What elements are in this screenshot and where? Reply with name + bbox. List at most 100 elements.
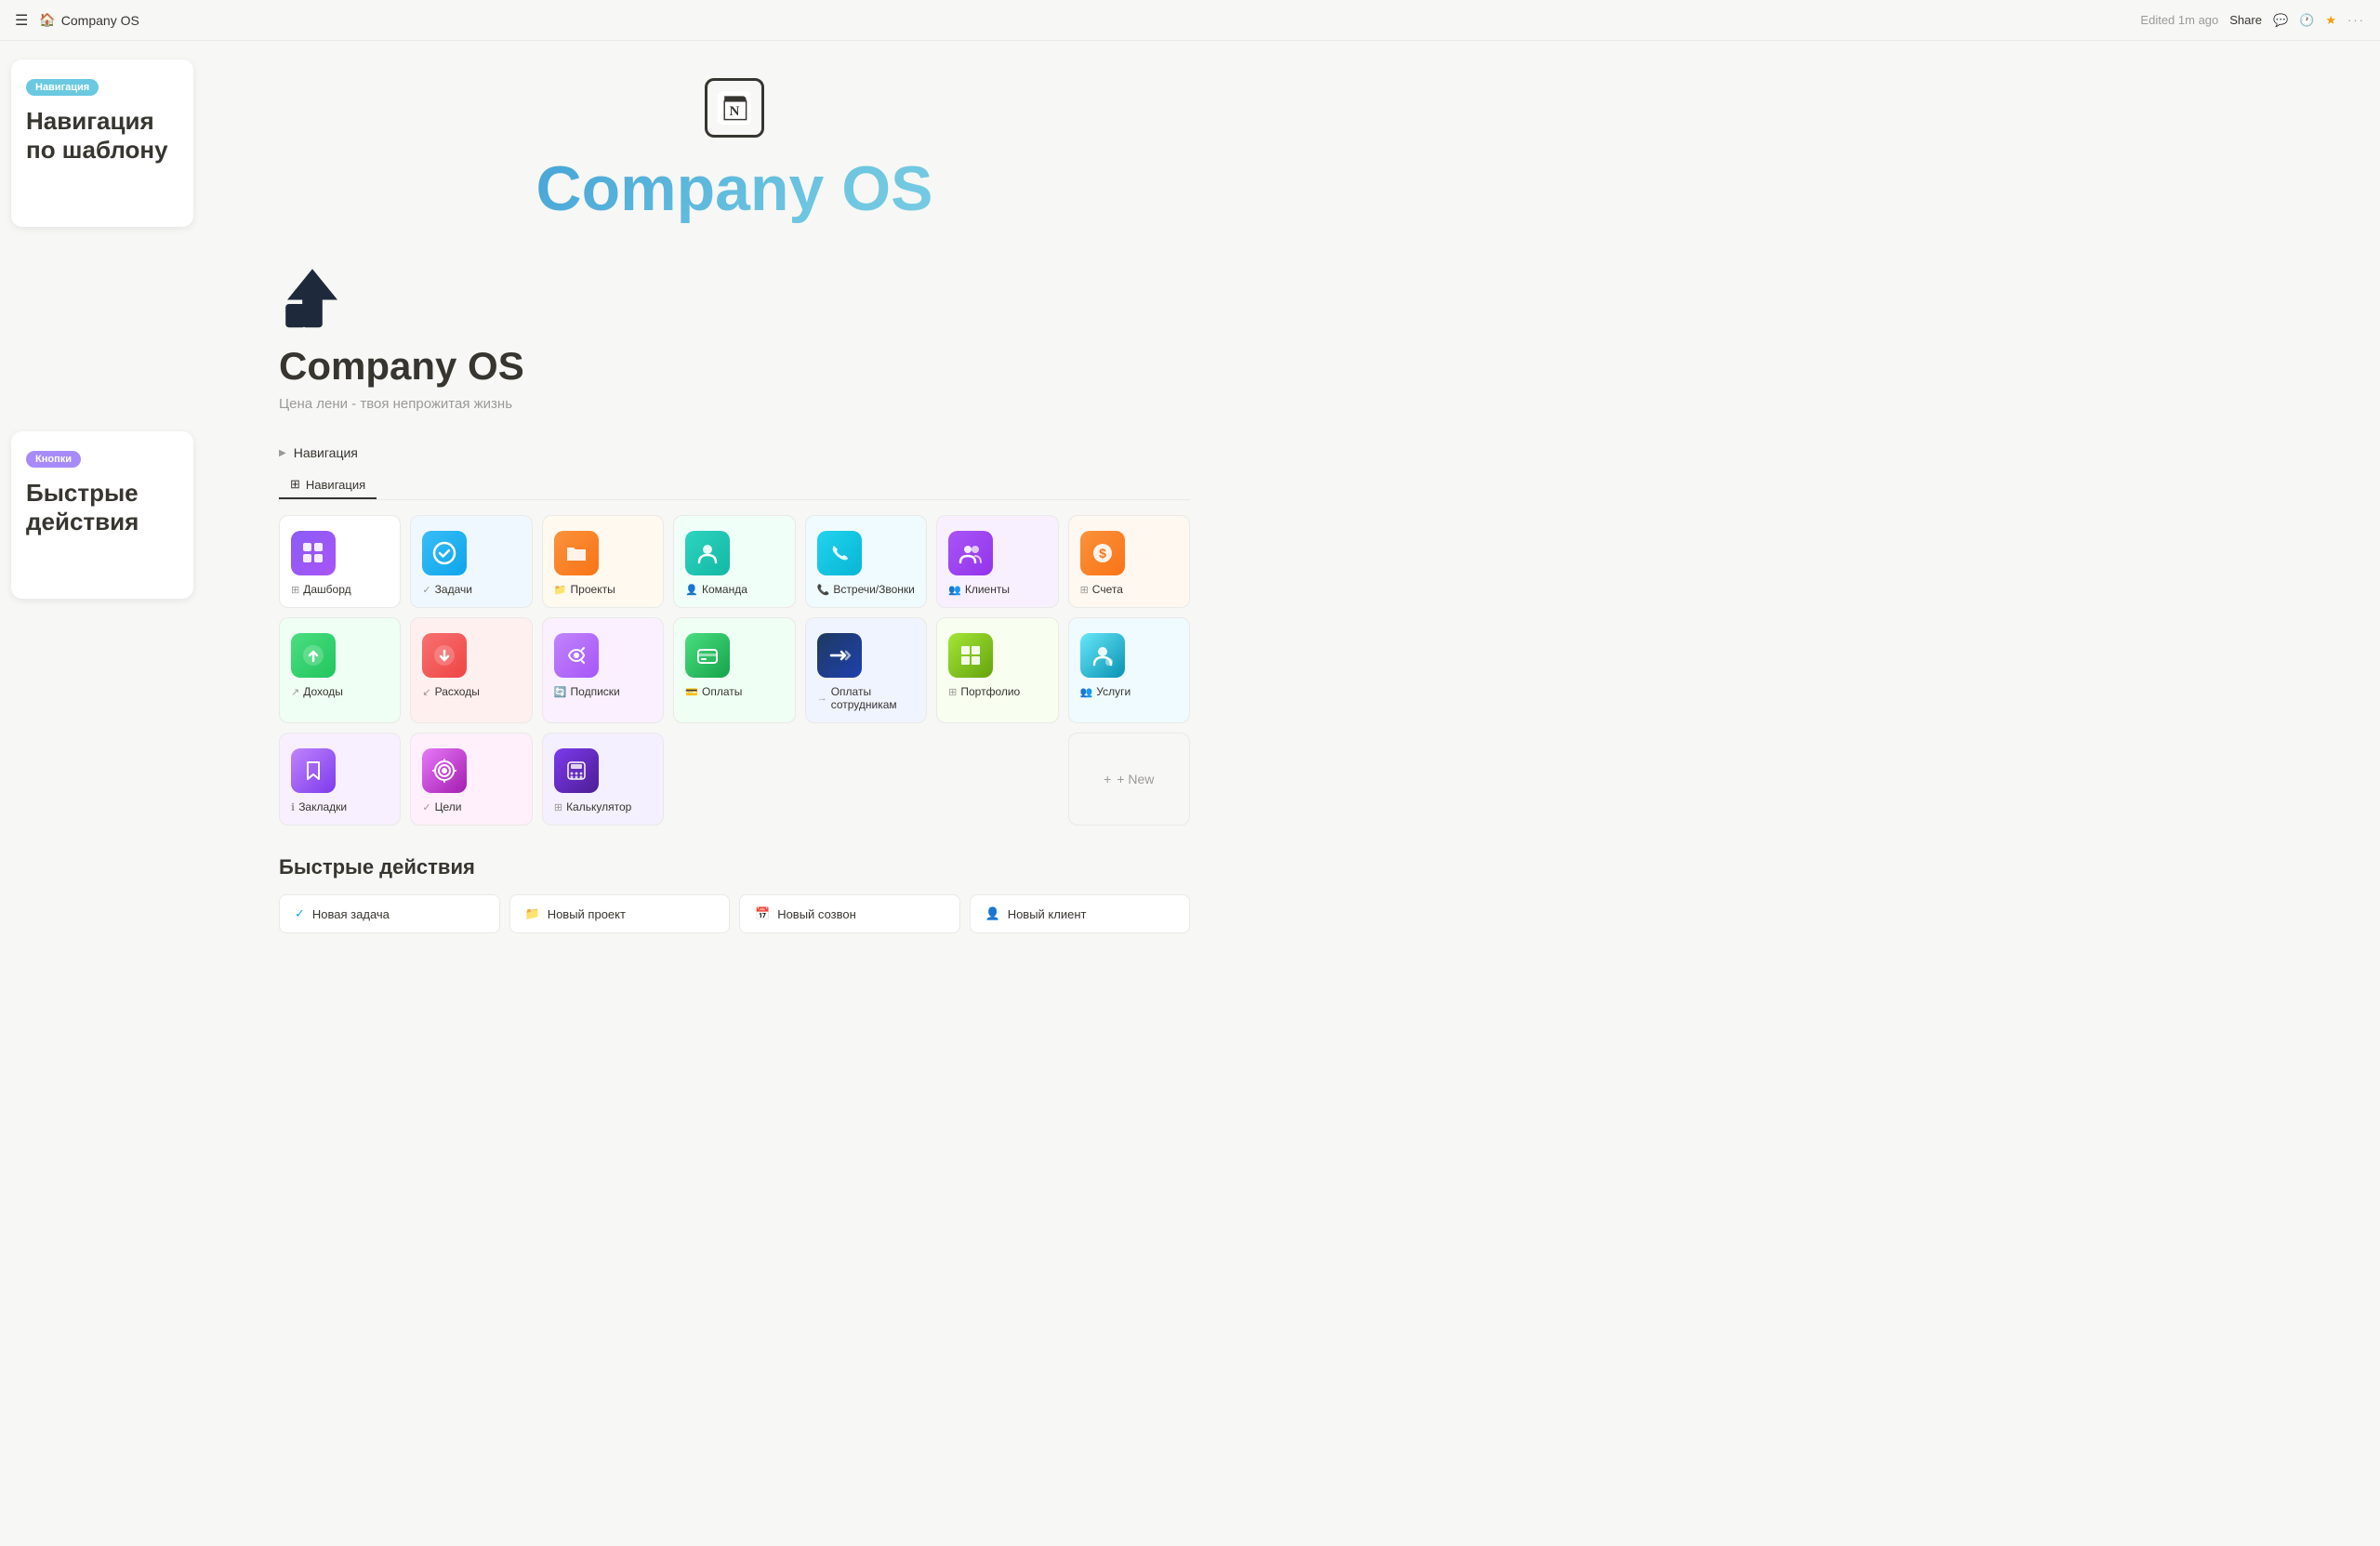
- edited-label: Edited 1m ago: [2140, 13, 2218, 27]
- card-team[interactable]: 👤 Команда: [673, 515, 795, 608]
- goals-icon: [422, 748, 467, 793]
- main-content: N Company OS Company OS Цена лени - твоя…: [223, 41, 1246, 989]
- new-client-button[interactable]: 👤 Новый клиент: [970, 894, 1191, 933]
- page-icon: [279, 262, 346, 329]
- projects-icon: [554, 531, 599, 575]
- card-expenses[interactable]: ↙ Расходы: [410, 617, 532, 723]
- home-icon: 🏠: [39, 12, 55, 28]
- nav-hint-card: Навигация Навигация по шаблону: [11, 59, 193, 227]
- meetings-label: 📞 Встречи/Звонки: [817, 583, 915, 596]
- portfolio-icon: [948, 633, 993, 678]
- quick-hint-title: Быстрые действия: [26, 479, 178, 536]
- topbar-left: ☰ 🏠 Company OS: [15, 11, 139, 30]
- clients-icon: [948, 531, 993, 575]
- quick-hint-card: Кнопки Быстрые действия: [11, 431, 193, 599]
- card-clients[interactable]: 👥 Клиенты: [936, 515, 1058, 608]
- team-icon: [685, 531, 730, 575]
- cards-row-3: ℹ Закладки ✓ Цели: [279, 733, 1190, 826]
- calculator-icon: [554, 748, 599, 793]
- page-subtitle: Цена лени - твоя непрожитая жизнь: [279, 396, 512, 412]
- nav-badge: Навигация: [26, 79, 99, 96]
- subscriptions-label: 🔄 Подписки: [554, 685, 620, 698]
- card-meetings[interactable]: 📞 Встречи/Звонки: [805, 515, 927, 608]
- quick-badge: Кнопки: [26, 451, 81, 468]
- new-call-label: Новый созвон: [777, 907, 856, 921]
- expenses-icon: [422, 633, 467, 678]
- bookmarks-label: ℹ Закладки: [291, 800, 347, 813]
- new-call-icon: 📅: [755, 906, 770, 921]
- notion-logo: N: [705, 78, 764, 138]
- tasks-label: ✓ Задачи: [422, 583, 472, 596]
- svg-text:$: $: [1099, 546, 1106, 561]
- card-subscriptions[interactable]: 🔄 Подписки: [542, 617, 664, 723]
- income-label: ↗ Доходы: [291, 685, 343, 698]
- card-dashboard[interactable]: ⊞ Дашборд: [279, 515, 401, 608]
- services-icon: [1080, 633, 1125, 678]
- dashboard-label: ⊞ Дашборд: [291, 583, 351, 596]
- star-icon[interactable]: ★: [2325, 13, 2336, 28]
- nav-tabs: ⊞ Навигация: [279, 471, 1190, 500]
- payments-label: 💳 Оплаты: [685, 685, 742, 698]
- card-income[interactable]: ↗ Доходы: [279, 617, 401, 723]
- services-label: 👥 Услуги: [1080, 685, 1131, 698]
- new-task-icon: ✓: [295, 906, 305, 921]
- nav-tab-navigation[interactable]: ⊞ Навигация: [279, 471, 377, 499]
- accounts-label: ⊞ Счета: [1080, 583, 1123, 596]
- card-calculator[interactable]: ⊞ Калькулятор: [542, 733, 664, 826]
- topbar-title: 🏠 Company OS: [39, 12, 139, 28]
- dashboard-icon: [291, 531, 336, 575]
- projects-label: 📁 Проекты: [554, 583, 615, 596]
- tab-grid-icon: ⊞: [290, 477, 300, 492]
- new-card-button[interactable]: + + New: [1068, 733, 1190, 826]
- cards-row-1: ⊞ Дашборд ✓ Задачи 📁: [279, 515, 1190, 608]
- navigation-section-header: ▶ Навигация: [279, 445, 1190, 460]
- card-bookmarks[interactable]: ℹ Закладки: [279, 733, 401, 826]
- new-label: + New: [1117, 772, 1154, 786]
- card-portfolio[interactable]: ⊞ Портфолио: [936, 617, 1058, 723]
- quick-actions-grid: ✓ Новая задача 📁 Новый проект 📅 Новый со…: [279, 894, 1190, 933]
- center-title: Company OS: [279, 152, 1190, 225]
- new-task-button[interactable]: ✓ Новая задача: [279, 894, 500, 933]
- team-label: 👤 Команда: [685, 583, 747, 596]
- triangle-icon[interactable]: ▶: [279, 448, 286, 458]
- card-payments[interactable]: 💳 Оплаты: [673, 617, 795, 723]
- payments-icon: [685, 633, 730, 678]
- goals-label: ✓ Цели: [422, 800, 461, 813]
- new-project-label: Новый проект: [548, 907, 626, 921]
- expenses-label: ↙ Расходы: [422, 685, 479, 698]
- new-call-button[interactable]: 📅 Новый созвон: [739, 894, 960, 933]
- new-client-icon: 👤: [985, 906, 1000, 921]
- bookmarks-icon: [291, 748, 336, 793]
- page-title: Company OS: [279, 344, 524, 389]
- tasks-icon: [422, 531, 467, 575]
- history-icon[interactable]: 🕐: [2299, 13, 2314, 28]
- share-button[interactable]: Share: [2229, 13, 2262, 27]
- navigation-label: Навигация: [294, 445, 358, 460]
- quick-actions-title: Быстрые действия: [279, 855, 1190, 879]
- topbar-right: Edited 1m ago Share 💬 🕐 ★ ···: [2140, 13, 2365, 28]
- salary-label: → Оплаты сотрудникам: [817, 685, 915, 711]
- cards-row-2: ↗ Доходы ↙ Расходы: [279, 617, 1190, 723]
- new-task-label: Новая задача: [312, 907, 390, 921]
- accounts-icon: $: [1080, 531, 1125, 575]
- menu-icon[interactable]: ☰: [15, 11, 28, 30]
- more-icon[interactable]: ···: [2347, 13, 2365, 27]
- topbar-page-title: Company OS: [61, 13, 139, 28]
- plus-icon: +: [1104, 772, 1111, 786]
- salary-icon: [817, 633, 862, 678]
- card-projects[interactable]: 📁 Проекты: [542, 515, 664, 608]
- portfolio-label: ⊞ Портфолио: [948, 685, 1020, 698]
- comment-icon[interactable]: 💬: [2273, 13, 2288, 28]
- calculator-label: ⊞ Калькулятор: [554, 800, 631, 813]
- card-salary[interactable]: → Оплаты сотрудникам: [805, 617, 927, 723]
- new-project-button[interactable]: 📁 Новый проект: [509, 894, 731, 933]
- meetings-icon: [817, 531, 862, 575]
- card-accounts[interactable]: $ ⊞ Счета: [1068, 515, 1190, 608]
- card-services[interactable]: 👥 Услуги: [1068, 617, 1190, 723]
- card-goals[interactable]: ✓ Цели: [410, 733, 532, 826]
- card-tasks[interactable]: ✓ Задачи: [410, 515, 532, 608]
- new-project-icon: 📁: [525, 906, 540, 921]
- nav-hint-title: Навигация по шаблону: [26, 107, 178, 165]
- income-icon: [291, 633, 336, 678]
- clients-label: 👥 Клиенты: [948, 583, 1010, 596]
